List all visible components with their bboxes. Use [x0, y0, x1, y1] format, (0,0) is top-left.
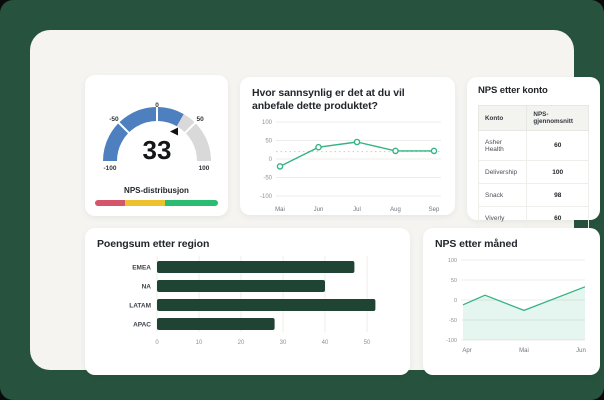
y-tick-label: -100: [446, 338, 457, 344]
gauge-title: NPS-distribusjon: [85, 186, 228, 195]
nps-value-cell: 100: [527, 161, 589, 184]
data-point: [431, 148, 436, 153]
table-row: Snack98: [479, 184, 589, 207]
x-tick-label: Jul: [353, 207, 361, 213]
data-point: [393, 148, 398, 153]
bar-chart-title: Poengsum etter region: [97, 238, 398, 251]
data-point: [316, 144, 321, 149]
likelihood-line-card: Hvor sannsynlig er det at du vil anbefal…: [240, 77, 455, 215]
nps-month-card: NPS etter måned 100 50 0 -50 -100 Apr Mai Jun: [423, 228, 600, 375]
dist-segment-detractors: [95, 200, 125, 206]
data-line: [280, 142, 434, 166]
gauge-tick-label: 50: [196, 116, 204, 123]
x-tick-label: Sep: [429, 207, 440, 213]
gauge-tick-label: 100: [198, 165, 209, 172]
gauge-tick-label: 0: [155, 102, 159, 109]
area-chart-wrap: 100 50 0 -50 -100 Apr Mai Jun: [435, 254, 588, 366]
gauge-tick-label: -50: [109, 116, 119, 123]
dashboard-panel: -100-5005010033 NPS-distribusjon Hvor sa…: [30, 30, 574, 370]
bar-na: [157, 280, 325, 292]
dashboard-screen: -100-5005010033 NPS-distribusjon Hvor sa…: [0, 0, 604, 400]
data-point: [277, 164, 282, 169]
account-name-cell: Delivership: [479, 161, 527, 184]
table-head: Konto NPS-gjennomsnitt: [479, 106, 589, 131]
y-tick-label: 50: [451, 278, 457, 284]
y-tick-label: -50: [263, 175, 272, 181]
data-point: [354, 139, 359, 144]
y-tick-label: 100: [448, 258, 457, 264]
bar-emea: [157, 261, 354, 273]
y-tick-label: 0: [454, 298, 457, 304]
column-header-nps: NPS-gjennomsnitt: [527, 106, 589, 131]
gauge-value: 33: [142, 135, 171, 165]
table-row: Viverly60: [479, 207, 589, 230]
nps-value-cell: 98: [527, 184, 589, 207]
dist-segment-promoters: [165, 200, 218, 206]
x-tick-label: Aug: [390, 207, 401, 213]
nps-distribution-bar: [95, 200, 218, 206]
x-tick-label: Apr: [462, 348, 471, 354]
x-tick-label: 20: [238, 340, 245, 346]
x-tick-label: 50: [364, 340, 371, 346]
nps-gauge-chart: -100 -50 0 50 100 33: [89, 79, 225, 179]
bar-latam: [157, 299, 375, 311]
likelihood-line-chart: 100 50 0 -50 -100 Mai Jun Jul Aug Sep: [252, 117, 443, 217]
nps-value-cell: 60: [527, 207, 589, 230]
bar-apac: [157, 318, 275, 330]
y-tick-label: 100: [262, 120, 273, 126]
nps-value-cell: 60: [527, 131, 589, 161]
nps-account-table-card: NPS etter konto Konto NPS-gjennomsnitt A…: [467, 77, 600, 220]
column-header-konto: Konto: [479, 106, 527, 131]
bar-chart-wrap: 0 10 20 30 40 50 EMEA NA LATAM APAC: [97, 254, 398, 366]
x-tick-label: Jun: [314, 207, 324, 213]
x-tick-label: Jun: [576, 348, 586, 354]
gauge-tick-label: -100: [103, 165, 116, 172]
account-name-cell: Snack: [479, 184, 527, 207]
table-header-row: Konto NPS-gjennomsnitt: [479, 106, 589, 131]
area-chart-title: NPS etter måned: [435, 238, 588, 251]
region-score-card: Poengsum etter region 0 10 20 30 40 50 EMEA NA L…: [85, 228, 410, 375]
category-label: LATAM: [129, 303, 151, 310]
category-label: APAC: [133, 322, 151, 329]
line-chart-wrap: 100 50 0 -50 -100 Mai Jun Jul Aug Sep: [252, 117, 443, 217]
region-bar-chart: 0 10 20 30 40 50 EMEA NA LATAM APAC: [97, 254, 398, 366]
table-row: Asher Health60: [479, 131, 589, 161]
x-tick-label: 30: [280, 340, 287, 346]
line-chart-title: Hvor sannsynlig er det at du vil anbefal…: [252, 87, 443, 114]
x-tick-label: Mai: [519, 348, 529, 354]
account-name-cell: Viverly: [479, 207, 527, 230]
x-tick-label: Mai: [275, 207, 285, 213]
table-row: Delivership100: [479, 161, 589, 184]
x-tick-label: 0: [155, 340, 159, 346]
y-tick-label: 0: [269, 157, 273, 163]
table-body: Asher Health60Delivership100Snack98Viver…: [479, 131, 589, 230]
category-label: EMEA: [132, 265, 151, 272]
category-label: NA: [142, 284, 152, 291]
x-tick-label: 10: [196, 340, 203, 346]
y-tick-label: 50: [265, 138, 272, 144]
dist-segment-passives: [125, 200, 166, 206]
nps-gauge-card: -100 -50 0 50 100 33 NPS-distribusjon: [85, 75, 228, 216]
y-tick-label: -50: [449, 318, 457, 324]
x-tick-label: 40: [322, 340, 329, 346]
nps-month-area-chart: 100 50 0 -50 -100 Apr Mai Jun: [435, 254, 588, 366]
account-name-cell: Asher Health: [479, 131, 527, 161]
area-fill: [463, 287, 585, 340]
y-tick-label: -100: [260, 194, 273, 200]
table-title: NPS etter konto: [478, 85, 589, 97]
nps-account-table: Konto NPS-gjennomsnitt Asher Health60Del…: [478, 105, 589, 230]
